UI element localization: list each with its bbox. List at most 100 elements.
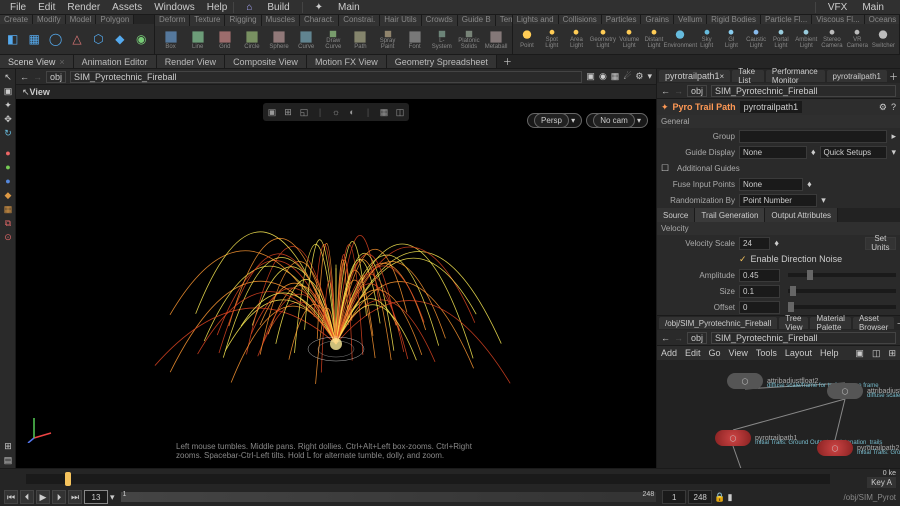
tool-tri-icon[interactable]: △ (68, 29, 85, 49)
gear-icon[interactable]: ⚙ (635, 71, 643, 82)
tab-perfmon[interactable]: Performance Monitor (766, 70, 825, 82)
range-start[interactable]: 1 (662, 490, 686, 504)
tab-geo-spread[interactable]: Geometry Spreadsheet (387, 55, 497, 68)
tool-grid[interactable]: Grid (213, 30, 236, 50)
tool-green-icon[interactable]: ◉ (133, 29, 150, 49)
fwd-icon[interactable]: → (33, 72, 42, 82)
render-icon[interactable]: ☄ (623, 71, 631, 82)
tab-assetbr[interactable]: Asset Browser (853, 317, 894, 329)
field-vscale[interactable]: 24 (739, 237, 770, 250)
net-layout[interactable]: Layout (785, 348, 812, 358)
menu-assets[interactable]: Assets (106, 2, 148, 13)
net-view[interactable]: View (729, 348, 748, 358)
gear-icon[interactable]: ⚙ (879, 102, 887, 113)
net-root[interactable]: obj (687, 332, 707, 344)
slider-size[interactable] (788, 289, 896, 293)
tool-switcher[interactable]: Switcher (872, 29, 895, 49)
tab-add-icon-n[interactable]: ＋ (896, 317, 900, 330)
radial-main[interactable]: ✦ (309, 2, 329, 13)
op-name[interactable]: pyrotrailpath1 (740, 101, 803, 113)
net-go[interactable]: Go (709, 348, 721, 358)
snapshot-icon[interactable]: ◉ (599, 71, 607, 82)
group-menu-icon[interactable]: ▸ (891, 131, 896, 142)
field-fuse[interactable]: None (739, 178, 803, 191)
tool-distant-light[interactable]: Distant Light (644, 29, 665, 49)
net-edit[interactable]: Edit (685, 348, 701, 358)
badge-nocam[interactable]: No cam ▾ (586, 113, 648, 128)
tool-platonic-solids[interactable]: Platonic Solids (457, 30, 480, 50)
net-tools[interactable]: Tools (756, 348, 777, 358)
param-asset[interactable]: SIM_Pyrotechnic_Fireball (711, 85, 896, 97)
tool-point[interactable]: Point (517, 29, 538, 49)
vp-grp-icon[interactable]: ◫ (393, 105, 407, 119)
tool-attach-icon[interactable]: ⧉ (2, 217, 14, 229)
tool-path[interactable]: Path (349, 30, 372, 50)
tool-red-icon[interactable]: ● (2, 147, 14, 159)
fwd-icon[interactable]: → (674, 86, 683, 96)
tab-anim-editor[interactable]: Animation Editor (74, 55, 157, 68)
menu-file[interactable]: File (4, 2, 32, 13)
tool-pan-icon[interactable]: ✦ (2, 99, 14, 111)
tool-cube-icon[interactable]: ◧ (4, 29, 21, 49)
desktop-build-label[interactable]: Build (261, 2, 295, 13)
tool-view-icon[interactable]: ↖ (2, 71, 14, 83)
fwd-icon[interactable]: → (674, 333, 683, 343)
tool-rotate-icon[interactable]: ↻ (2, 127, 14, 139)
tool-curve[interactable]: Curve (295, 30, 318, 50)
tab-pyrotrailpath[interactable]: pyrotrailpath1 × (659, 70, 730, 82)
tool-grid-icon[interactable]: ▦ (25, 29, 42, 49)
play-last-icon[interactable]: ⏭ (68, 490, 82, 504)
net-help[interactable]: Help (820, 348, 839, 358)
check-icon[interactable]: ✓ (739, 254, 747, 265)
vp-ghost-icon[interactable]: ◱ (297, 105, 311, 119)
range-end[interactable]: 248 (688, 490, 712, 504)
btn-set-units[interactable]: Set Units (865, 237, 896, 250)
slider-offset[interactable] (788, 305, 896, 309)
flipbook-icon[interactable]: ▦ (611, 71, 620, 82)
ptab-trailgen[interactable]: Trail Generation (695, 208, 765, 222)
shelf-tabs-a[interactable]: CreateModifyModelPolygon (0, 15, 154, 24)
tool-l-system[interactable]: L-System (430, 30, 453, 50)
tool-move-icon[interactable]: ✥ (2, 113, 14, 125)
tool-vr-camera[interactable]: VR Camera (847, 29, 868, 49)
dd-icon[interactable]: ▾ (821, 195, 826, 206)
root-icon[interactable]: obj (46, 71, 66, 83)
tab-scene-view[interactable]: Scene View× (0, 55, 74, 68)
field-amp[interactable]: 0.45 (739, 269, 780, 282)
tool-font[interactable]: Font (403, 30, 426, 50)
tool-box[interactable]: Box (159, 30, 182, 50)
tool-caustic-light[interactable]: Caustic Light (746, 29, 767, 49)
tool-spray-paint[interactable]: Spray Paint (376, 30, 399, 50)
tool-magnet-icon[interactable]: ⊙ (2, 231, 14, 243)
tool-gi-light[interactable]: GI Light (721, 29, 742, 49)
dd-icon[interactable]: ♦ (807, 179, 812, 189)
chevron-down-icon[interactable]: ▾ (110, 492, 115, 503)
tool-diam-icon[interactable]: ◆ (111, 29, 128, 49)
tool-hex-icon[interactable]: ⬡ (90, 29, 107, 49)
tab-treeview[interactable]: Tree View (779, 317, 808, 329)
tool-geometry-light[interactable]: Geometry Light (591, 29, 615, 49)
tab-ptp2[interactable]: pyrotrailpath1 (827, 70, 887, 82)
key-btn[interactable]: Key A (867, 477, 896, 488)
field-offset[interactable]: 0 (739, 301, 780, 314)
enable-noise[interactable]: Enable Direction Noise (751, 254, 843, 264)
current-frame[interactable]: 13 (84, 490, 108, 504)
field-randby[interactable]: Point Number (739, 194, 817, 207)
tool-snap-icon[interactable]: ▦ (2, 203, 14, 215)
viewport-3d[interactable]: ▣ ⊞ ◱ | ☼ ◐ | ▦ ◫ Persp ▾ No cam ▾ Left … (16, 99, 656, 468)
tool-volume-light[interactable]: Volume Light (619, 29, 640, 49)
field-size[interactable]: 0.1 (739, 285, 780, 298)
menu-icon[interactable]: ▾ (647, 71, 652, 82)
dd-icon[interactable]: ♦ (811, 147, 816, 157)
preview-icon[interactable]: ▣ (586, 71, 595, 82)
vp-shade-icon[interactable]: ▣ (265, 105, 279, 119)
tab-takelist[interactable]: Take List (732, 70, 764, 82)
tab-matpal[interactable]: Material Palette (810, 317, 850, 329)
shelf-tabs-c[interactable]: Lights andCollisionsParticlesGrainsVellu… (513, 15, 899, 24)
dd-icon[interactable]: ♦ (774, 238, 779, 248)
tool-misc2-icon[interactable]: ▤ (2, 454, 14, 466)
tab-composite[interactable]: Composite View (225, 55, 307, 68)
shelf-tabs-b[interactable]: DeformTextureRiggingMusclesCharact.Const… (155, 15, 512, 26)
net-icon1[interactable]: ▣ (855, 348, 864, 359)
tool-orb-icon[interactable]: ◯ (47, 29, 64, 49)
